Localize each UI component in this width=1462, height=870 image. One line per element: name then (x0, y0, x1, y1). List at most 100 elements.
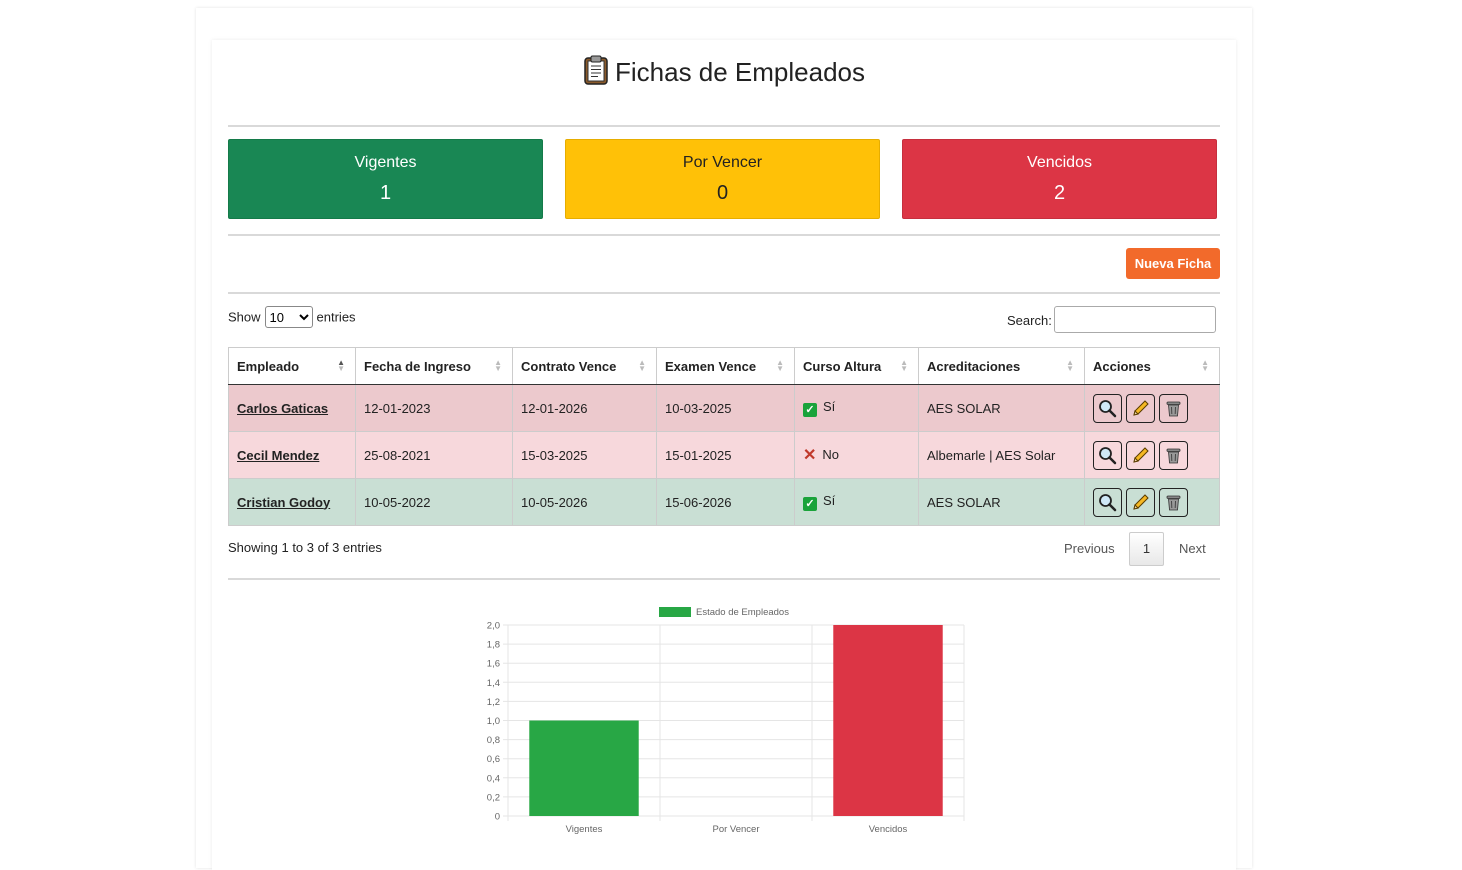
stat-label: Vigentes (229, 154, 542, 172)
y-tick-label: 1,4 (487, 678, 500, 689)
check-icon: ✓ (803, 403, 817, 417)
sort-icon: ▲▼ (494, 360, 502, 372)
trash-icon (1164, 493, 1183, 512)
search-input[interactable] (1054, 306, 1216, 333)
pagination-next[interactable]: Next (1179, 541, 1206, 556)
search-icon (1098, 399, 1117, 418)
divider (228, 292, 1220, 294)
x-tick-label: Vencidos (869, 824, 908, 835)
column-header-contrato-vence[interactable]: Contrato Vence▲▼ (513, 348, 657, 385)
curso-value: Sí (823, 399, 835, 414)
cell-ingreso: 25-08-2021 (356, 432, 513, 479)
bar-vigentes (529, 721, 638, 817)
x-tick-label: Vigentes (566, 824, 603, 835)
edit-button[interactable] (1126, 488, 1155, 517)
trash-icon (1164, 446, 1183, 465)
column-label: Empleado (237, 359, 299, 374)
column-header-fecha-ingreso[interactable]: Fecha de Ingreso ▲▼ (356, 348, 513, 385)
stat-label: Por Vencer (566, 154, 879, 172)
search-icon (1098, 446, 1117, 465)
x-tick-label: Por Vencer (713, 824, 760, 835)
delete-button[interactable] (1159, 488, 1188, 517)
cell-examen: 15-01-2025 (657, 432, 795, 479)
stat-label: Vencidos (903, 154, 1216, 172)
stat-value: 2 (903, 182, 1216, 204)
cell-examen: 10-03-2025 (657, 385, 795, 432)
employees-table: Empleado ▲▼ Fecha de Ingreso ▲▼ Contrato V… (228, 347, 1220, 526)
table-row: Carlos Gaticas 12-01-2023 12-01-2026 10-… (229, 385, 1220, 432)
column-label: Fecha de Ingreso (364, 359, 471, 374)
search-control: Search: (1007, 306, 1216, 335)
divider (228, 578, 1220, 580)
divider (228, 125, 1220, 127)
sort-icon: ▲▼ (638, 360, 646, 372)
y-tick-label: 1,0 (487, 716, 500, 727)
pencil-icon (1131, 493, 1150, 512)
delete-button[interactable] (1159, 394, 1188, 423)
pagination-previous[interactable]: Previous (1064, 541, 1115, 556)
stat-value: 0 (566, 182, 879, 204)
column-header-curso-altura[interactable]: Curso Altura ▲▼ (795, 348, 919, 385)
curso-value: Sí (823, 493, 835, 508)
cell-curso: ✓ Sí (795, 479, 919, 526)
y-tick-label: 2,0 (487, 621, 500, 632)
view-button[interactable] (1093, 441, 1122, 470)
edit-button[interactable] (1126, 441, 1155, 470)
legend-label: Estado de Empleados (696, 607, 789, 618)
column-header-empleado[interactable]: Empleado ▲▼ (229, 348, 356, 385)
status-bar-chart: Estado de Empleados00,20,40,60,81,01,21,… (470, 598, 980, 848)
pencil-icon (1131, 446, 1150, 465)
page-title: Fichas de Empleados (212, 52, 1236, 92)
column-label: Examen Vence (665, 359, 756, 374)
cell-acreditaciones: Albemarle | AES Solar (919, 432, 1085, 479)
page-length-select[interactable]: 10 (265, 306, 313, 328)
cell-acciones (1085, 385, 1220, 432)
pagination-page-1[interactable]: 1 (1129, 532, 1164, 566)
stat-value: 1 (229, 182, 542, 204)
show-label: Show (228, 310, 261, 325)
y-tick-label: 0,8 (487, 735, 500, 746)
cell-curso: ✕ No (795, 432, 919, 479)
cell-ingreso: 12-01-2023 (356, 385, 513, 432)
y-tick-label: 0,4 (487, 773, 500, 784)
sort-icon: ▲▼ (1066, 360, 1074, 372)
view-button[interactable] (1093, 394, 1122, 423)
cross-icon: ✕ (803, 445, 816, 465)
employee-link[interactable]: Carlos Gaticas (237, 401, 328, 416)
cell-acreditaciones: AES SOLAR (919, 479, 1085, 526)
view-button[interactable] (1093, 488, 1122, 517)
employee-link[interactable]: Cristian Godoy (237, 495, 330, 510)
sort-icon: ▲▼ (1201, 360, 1209, 372)
legend-swatch (659, 607, 691, 617)
new-record-button[interactable]: Nueva Ficha (1126, 248, 1220, 279)
column-label: Acciones (1093, 359, 1151, 374)
cell-acciones (1085, 479, 1220, 526)
sort-icon: ▲▼ (337, 360, 345, 372)
employee-link[interactable]: Cecil Mendez (237, 448, 319, 463)
column-header-acreditaciones[interactable]: Acreditaciones▲▼ (919, 348, 1085, 385)
search-icon (1098, 493, 1117, 512)
cell-curso: ✓ Sí (795, 385, 919, 432)
curso-value: No (822, 447, 839, 462)
table-row: Cecil Mendez 25-08-2021 15-03-2025 15-01… (229, 432, 1220, 479)
y-tick-label: 0,6 (487, 754, 500, 765)
search-label: Search: (1007, 313, 1052, 328)
check-icon: ✓ (803, 497, 817, 511)
cell-acreditaciones: AES SOLAR (919, 385, 1085, 432)
delete-button[interactable] (1159, 441, 1188, 470)
edit-button[interactable] (1126, 394, 1155, 423)
trash-icon (1164, 399, 1183, 418)
column-header-examen-vence[interactable]: Examen Vence ▲▼ (657, 348, 795, 385)
page-length-control: Show10entries (228, 306, 356, 328)
stat-card-vigentes: Vigentes 1 (228, 139, 543, 219)
y-tick-label: 1,8 (487, 640, 500, 651)
column-header-acciones[interactable]: Acciones ▲▼ (1085, 348, 1220, 385)
sort-icon: ▲▼ (900, 360, 908, 372)
cell-ingreso: 10-05-2022 (356, 479, 513, 526)
pencil-icon (1131, 399, 1150, 418)
sort-icon: ▲▼ (776, 360, 784, 372)
column-label: Curso Altura (803, 359, 881, 374)
cell-contrato: 12-01-2026 (513, 385, 657, 432)
table-info: Showing 1 to 3 of 3 entries (228, 540, 382, 555)
cell-empleado: Cristian Godoy (229, 479, 356, 526)
